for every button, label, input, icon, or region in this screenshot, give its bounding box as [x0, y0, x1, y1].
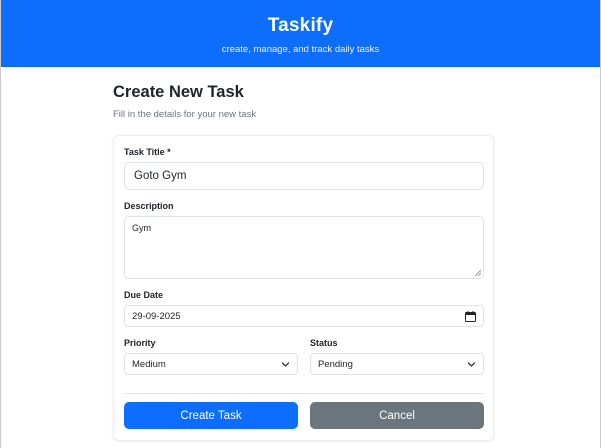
chevron-down-icon [281, 360, 290, 369]
priority-label: Priority [124, 338, 156, 348]
due-date-input[interactable]: 29-09-2025 [124, 305, 484, 327]
description-label: Description [124, 201, 174, 211]
priority-value: Medium [132, 358, 166, 370]
app-title: Taskify [267, 15, 334, 36]
status-label: Status [310, 338, 338, 348]
create-task-button[interactable]: Create Task [124, 402, 298, 429]
task-title-label: Task Title * [124, 147, 171, 157]
due-date-value: 29-09-2025 [132, 310, 181, 322]
app-header: Taskify create, manage, and track daily … [1, 0, 600, 67]
app-tagline: create, manage, and track daily tasks [221, 44, 380, 55]
calendar-icon[interactable] [465, 310, 476, 322]
create-task-form: Task Title * Goto Gym Description Gym Du… [113, 135, 494, 441]
app-window: Taskify create, manage, and track daily … [0, 0, 601, 448]
description-textarea[interactable]: Gym [124, 216, 484, 279]
page-subtitle: Fill in the details for your new task [113, 109, 257, 120]
priority-status-row: Priority Medium Status Pending [124, 337, 484, 375]
priority-group: Priority Medium [124, 337, 298, 375]
cancel-button[interactable]: Cancel [310, 402, 484, 429]
page-title: Create New Task [113, 83, 244, 101]
main-content: Create New Task Fill in the details for … [113, 67, 494, 441]
status-select[interactable]: Pending [310, 353, 484, 375]
form-divider [124, 393, 484, 394]
resize-handle[interactable] [475, 270, 481, 276]
task-title-input[interactable]: Goto Gym [124, 162, 484, 190]
task-title-value: Goto Gym [134, 170, 187, 182]
description-value: Gym [132, 223, 151, 233]
form-actions: Create Task Cancel [124, 402, 484, 429]
due-date-label: Due Date [124, 290, 164, 300]
status-value: Pending [318, 358, 353, 370]
priority-select[interactable]: Medium [124, 353, 298, 375]
chevron-down-icon [467, 360, 476, 369]
status-group: Status Pending [310, 337, 484, 375]
